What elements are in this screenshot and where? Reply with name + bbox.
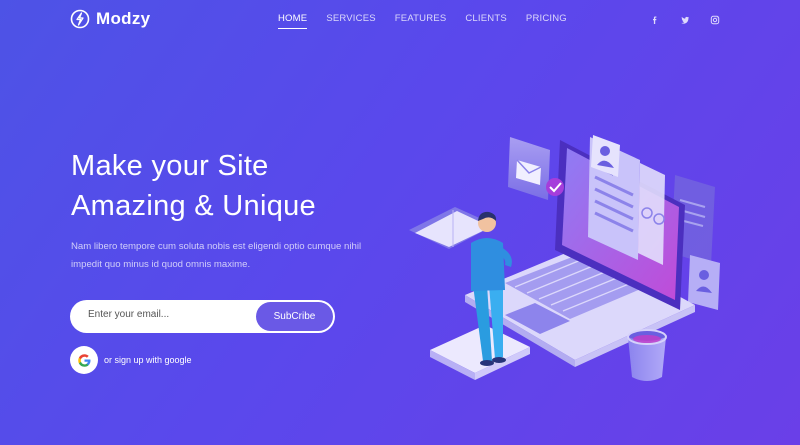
hero-illustration — [409, 135, 720, 381]
trash-bin-illustration — [627, 329, 667, 381]
google-signup-label: or sign up with google — [104, 355, 192, 365]
subscribe-form: SubCribe — [70, 300, 335, 333]
hero-title-line2: Amazing & Unique — [71, 190, 316, 222]
nav-home[interactable]: HOME — [278, 13, 308, 29]
navbar: Modzy HOME SERVICES FEATURES CLIENTS PRI… — [0, 0, 800, 40]
nav-features[interactable]: FEATURES — [395, 13, 447, 29]
google-signup[interactable]: or sign up with google — [70, 346, 192, 374]
profile-card-small — [688, 255, 720, 310]
facebook-icon[interactable] — [650, 12, 660, 24]
nav-pricing[interactable]: PRICING — [526, 13, 567, 29]
hero-title: Make your Site Amazing & Unique — [71, 146, 316, 226]
subscribe-button[interactable]: SubCribe — [256, 302, 333, 331]
check-badge-icon — [546, 178, 564, 196]
logo-icon — [70, 9, 90, 29]
nav-clients[interactable]: CLIENTS — [465, 13, 507, 29]
email-input[interactable] — [88, 309, 238, 320]
social-links — [650, 12, 720, 25]
mail-card — [508, 137, 550, 200]
main-menu: HOME SERVICES FEATURES CLIENTS PRICING — [278, 13, 586, 29]
hero-description: Nam libero tempore cum soluta nobis est … — [71, 241, 362, 270]
google-icon[interactable] — [70, 346, 98, 374]
instagram-icon[interactable] — [710, 12, 720, 25]
logo[interactable]: Modzy — [70, 9, 150, 29]
twitter-icon[interactable] — [680, 12, 690, 24]
nav-services[interactable]: SERVICES — [326, 13, 375, 29]
hero-title-line1: Make your Site — [71, 150, 269, 182]
brand-name: Modzy — [96, 9, 151, 28]
